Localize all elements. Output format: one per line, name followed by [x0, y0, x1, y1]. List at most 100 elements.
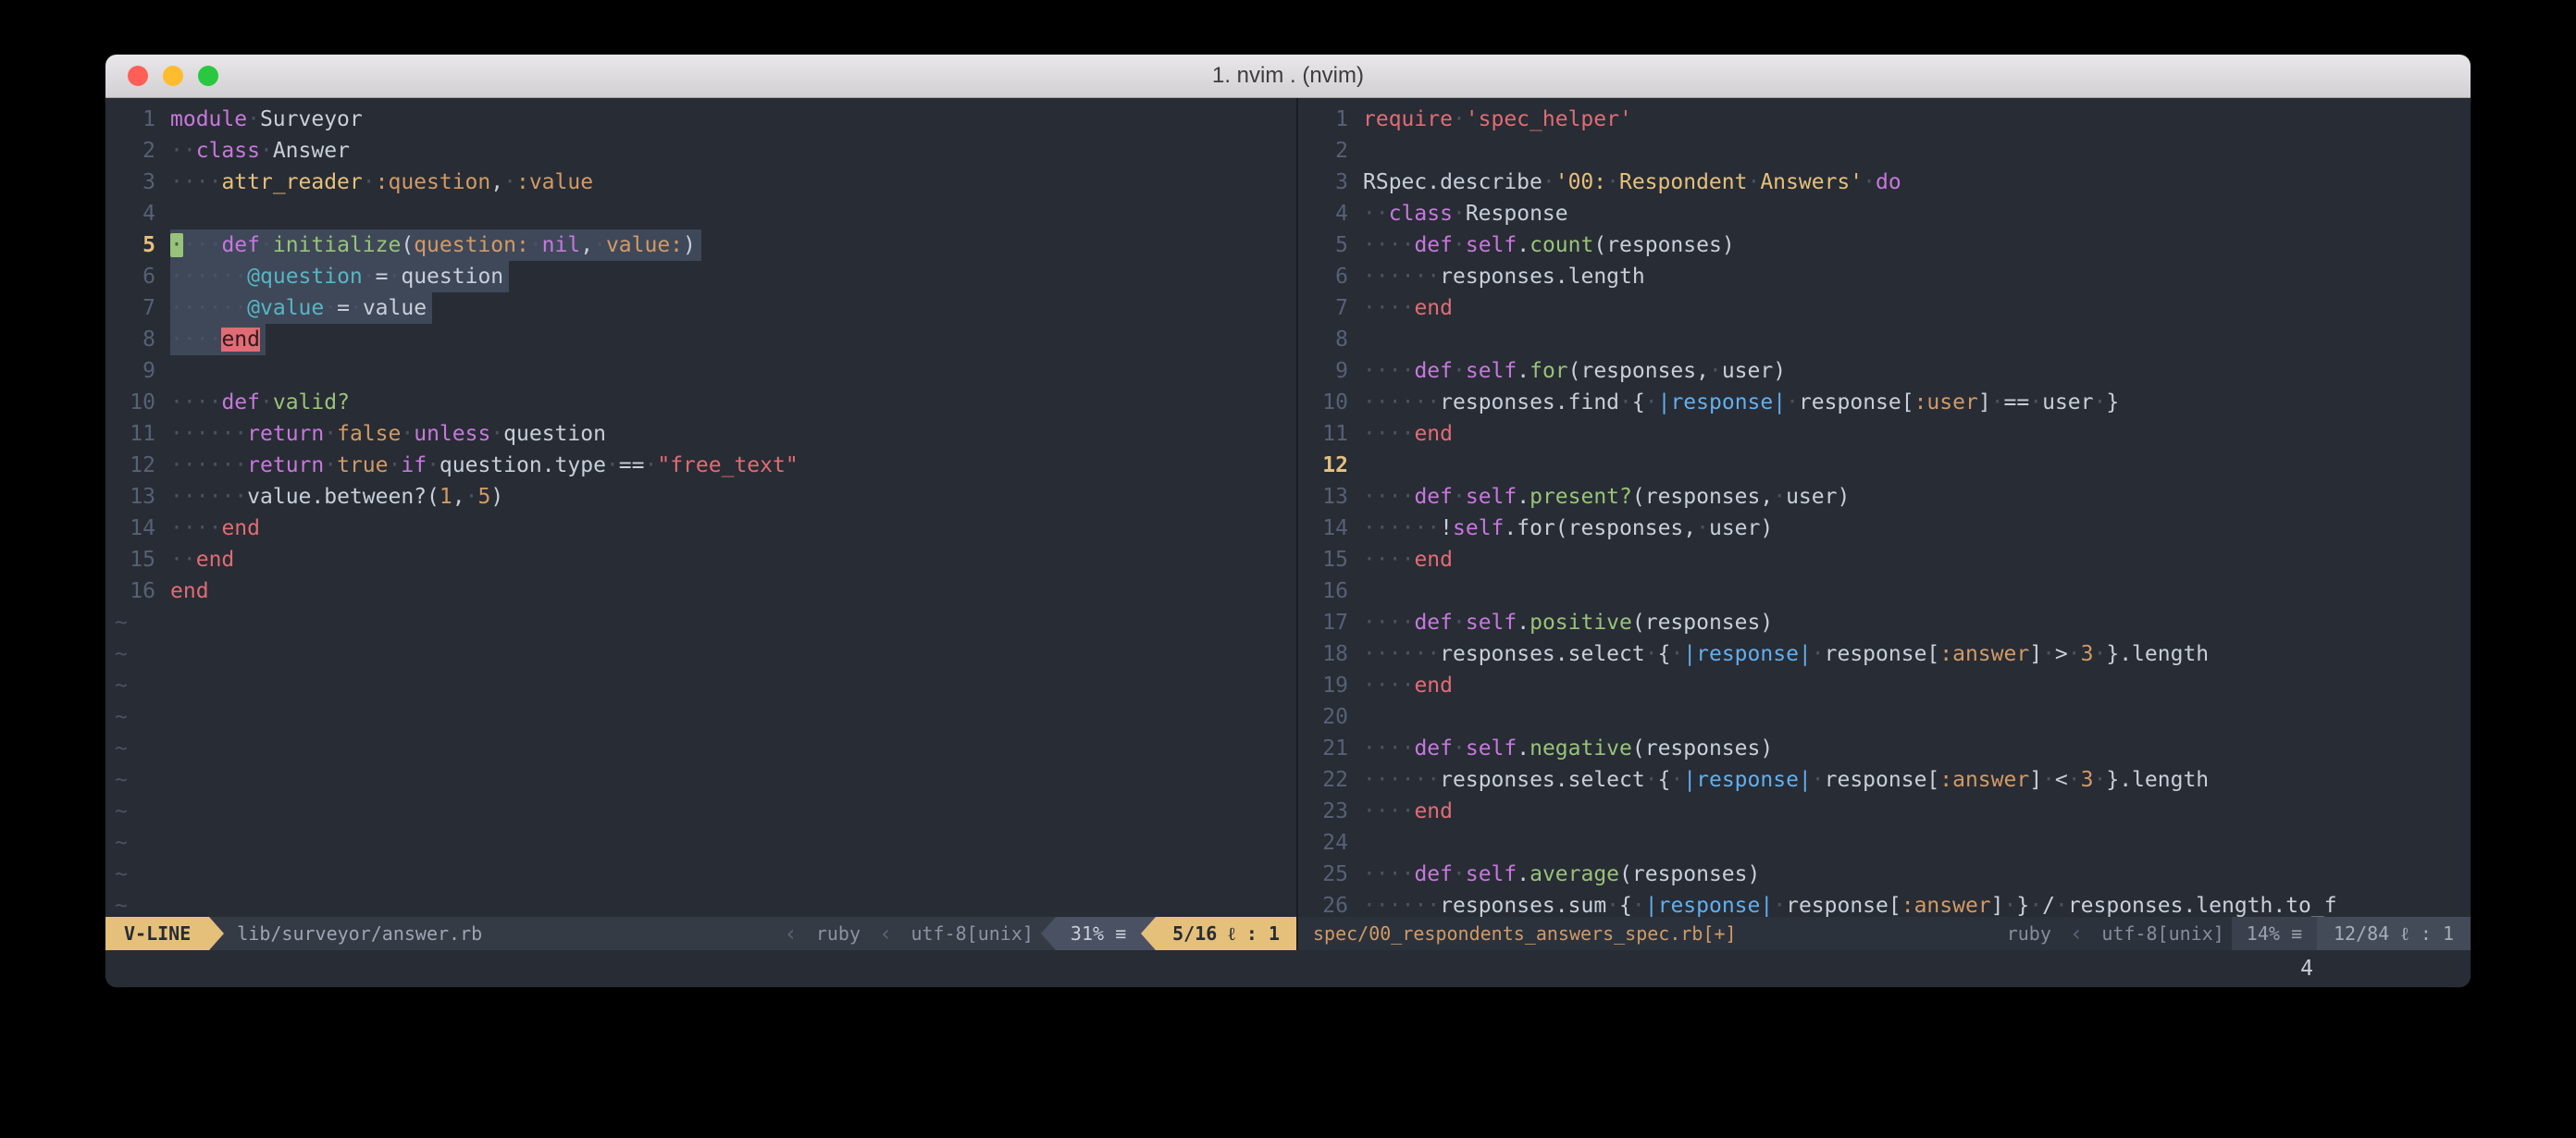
code-line[interactable]: 2 [1298, 135, 2471, 167]
code-line[interactable]: 2··class·Answer [105, 135, 1296, 167]
code-line[interactable]: 7····end [1298, 292, 2471, 324]
code-line[interactable]: 14······!self.for(responses,·user) [1298, 513, 2471, 544]
zoom-button[interactable] [198, 66, 218, 86]
code-line[interactable]: 18······responses.select·{·|response|·re… [1298, 638, 2471, 670]
code-line[interactable]: 7······@value·=·value [105, 292, 1296, 324]
code-line[interactable]: 6······@question·=·question [105, 261, 1296, 292]
code-text: ······return·false·unless·question [170, 418, 606, 450]
code-line[interactable]: 8 [1298, 324, 2471, 355]
right-editor-pane[interactable]: 1require·'spec_helper'23RSpec.describe·'… [1298, 98, 2471, 950]
code-text: ······value.between?(1,·5) [170, 481, 503, 513]
line-number: 9 [105, 355, 170, 387]
code-line[interactable]: 16end [105, 575, 1296, 607]
editor-splits: 1module·Surveyor2··class·Answer3····attr… [105, 98, 2471, 950]
line-number: 7 [1298, 292, 1363, 324]
tilde-row: ~ [105, 607, 1296, 638]
code-text: ······@value·=·value [170, 292, 432, 324]
code-line[interactable]: 22······responses.select·{·|response|·re… [1298, 764, 2471, 796]
minimize-button[interactable] [163, 66, 183, 86]
code-line[interactable]: 12 [1298, 450, 2471, 481]
code-line[interactable]: 10······responses.find·{·|response|·resp… [1298, 387, 2471, 418]
code-line[interactable]: 3····attr_reader·:question,·:value [105, 167, 1296, 198]
code-line[interactable]: 19····end [1298, 670, 2471, 701]
code-line[interactable]: 8····end [105, 324, 1296, 355]
code-line[interactable]: 4 [105, 198, 1296, 229]
code-text: ······responses.select·{·|response|·resp… [1363, 638, 2209, 670]
command-line[interactable]: 4 [105, 950, 2471, 987]
left-code-area[interactable]: 1module·Surveyor2··class·Answer3····attr… [105, 98, 1296, 917]
code-line[interactable]: 6······responses.length [1298, 261, 2471, 292]
line-number: 2 [105, 135, 170, 167]
code-line[interactable]: 23····end [1298, 796, 2471, 827]
code-line[interactable]: 15····end [1298, 544, 2471, 575]
code-line[interactable]: 11······return·false·unless·question [105, 418, 1296, 450]
code-line[interactable]: 13······value.between?(1,·5) [105, 481, 1296, 513]
code-text: ····def·self.positive(responses) [1363, 607, 1773, 638]
code-line[interactable]: 1module·Surveyor [105, 104, 1296, 135]
code-line[interactable]: 24 [1298, 827, 2471, 859]
terminal-window: 1. nvim . (nvim) 1module·Surveyor2··clas… [105, 55, 2471, 987]
line-number: 26 [1298, 890, 1363, 917]
code-text: ····end [1363, 418, 1453, 450]
line-number: 3 [105, 167, 170, 198]
code-line[interactable]: 10····def·valid? [105, 387, 1296, 418]
code-line[interactable]: 5····def·self.count(responses) [1298, 229, 2471, 261]
code-line[interactable]: 25····def·self.average(responses) [1298, 859, 2471, 890]
tilde-row: ~ [105, 733, 1296, 764]
code-line[interactable]: 12······return·true·if·question.type·==·… [105, 450, 1296, 481]
code-line[interactable]: 20 [1298, 701, 2471, 733]
left-file-path: lib/surveyor/answer.rb [224, 917, 482, 950]
tilde-row: ~ [105, 796, 1296, 827]
code-line[interactable]: 26······responses.sum·{·|response|·respo… [1298, 890, 2471, 917]
close-button[interactable] [128, 66, 148, 86]
tilde-row: ~ [105, 827, 1296, 859]
code-line[interactable]: 16 [1298, 575, 2471, 607]
line-number: 15 [1298, 544, 1363, 575]
code-line[interactable]: 1require·'spec_helper' [1298, 104, 2471, 135]
code-text: ······responses.select·{·|response|·resp… [1363, 764, 2209, 796]
line-number: 17 [1298, 607, 1363, 638]
left-scroll-percent: 31% ≡ [1056, 917, 1141, 950]
code-text: ····def·self.for(responses,·user) [1363, 355, 1786, 387]
tilde-marker: ~ [105, 670, 128, 701]
code-line[interactable]: 17····def·self.positive(responses) [1298, 607, 2471, 638]
code-line[interactable]: 21····def·self.negative(responses) [1298, 733, 2471, 764]
code-line[interactable]: 13····def·self.present?(responses,·user) [1298, 481, 2471, 513]
tilde-row: ~ [105, 859, 1296, 890]
tilde-row: ~ [105, 764, 1296, 796]
line-number: 10 [105, 387, 170, 418]
left-editor-pane[interactable]: 1module·Surveyor2··class·Answer3····attr… [105, 98, 1296, 950]
code-line[interactable]: 11····end [1298, 418, 2471, 450]
line-number: 16 [105, 575, 170, 607]
code-line[interactable]: 3RSpec.describe·'00:·Respondent·Answers'… [1298, 167, 2471, 198]
code-line[interactable]: 9 [105, 355, 1296, 387]
line-number: 24 [1298, 827, 1363, 859]
right-scroll-percent: 14% ≡ [2232, 917, 2317, 950]
line-number: 4 [105, 198, 170, 229]
powerline-arrow-icon [209, 917, 224, 950]
line-number: 7 [105, 292, 170, 324]
line-number: 5 [1298, 229, 1363, 261]
line-number: 13 [105, 481, 170, 513]
right-filetype: ruby [2000, 917, 2059, 950]
right-code-area[interactable]: 1require·'spec_helper'23RSpec.describe·'… [1298, 98, 2471, 917]
code-line[interactable]: 15··end [105, 544, 1296, 575]
window-title: 1. nvim . (nvim) [1212, 63, 1364, 89]
code-line[interactable]: 14····end [105, 513, 1296, 544]
tilde-marker: ~ [105, 733, 128, 764]
code-line[interactable]: 4··class·Response [1298, 198, 2471, 229]
code-text: require·'spec_helper' [1363, 104, 1632, 135]
line-number: 3 [1298, 167, 1363, 198]
line-number: 20 [1298, 701, 1363, 733]
tilde-marker: ~ [105, 859, 128, 890]
line-number: 8 [1298, 324, 1363, 355]
tilde-marker: ~ [105, 890, 128, 917]
code-text: ····end [170, 513, 260, 544]
code-text: ······responses.sum·{·|response|·respons… [1363, 890, 2337, 917]
code-text: ····end [1363, 292, 1453, 324]
code-text: ······responses.find·{·|response|·respon… [1363, 387, 2119, 418]
line-number: 6 [1298, 261, 1363, 292]
code-line[interactable]: 9····def·self.for(responses,·user) [1298, 355, 2471, 387]
titlebar[interactable]: 1. nvim . (nvim) [105, 55, 2471, 98]
code-line[interactable]: 5····def·initialize(question:·nil,·value… [105, 229, 1296, 261]
